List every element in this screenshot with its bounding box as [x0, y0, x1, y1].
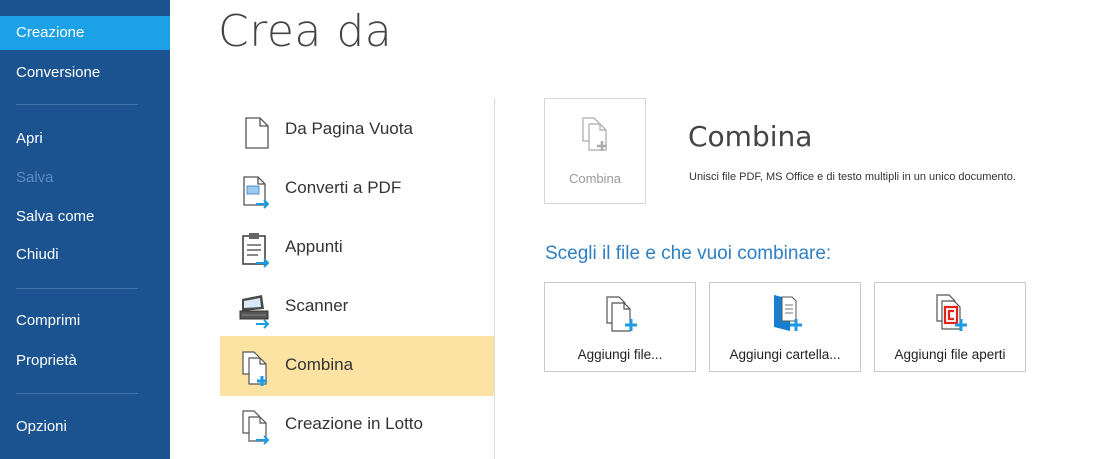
add-folder-label: Aggiungi cartella... [729, 347, 841, 362]
add-file-icon [603, 291, 639, 335]
source-item-label: Combina [285, 355, 354, 374]
sidebar-item-apri[interactable]: Apri [0, 122, 170, 156]
combine-icon [238, 348, 274, 388]
source-item-scanner[interactable]: Scanner [220, 277, 494, 337]
section-title: Combina [688, 120, 813, 153]
scanner-icon [238, 289, 274, 329]
sidebar-item-chiudi[interactable]: Chiudi [0, 238, 170, 272]
sidebar-divider [16, 104, 138, 105]
source-item-label: Da Pagina Vuota [285, 119, 413, 138]
add-file-label: Aggiungi file... [577, 347, 663, 362]
clipboard-icon [238, 230, 274, 270]
sidebar-item-salva-come[interactable]: Salva come [0, 200, 170, 234]
combine-icon [579, 115, 613, 155]
add-open-files-label: Aggiungi file aperti [894, 347, 1006, 362]
page-title: Crea da [218, 6, 393, 57]
sidebar-item-opzioni[interactable]: Opzioni [0, 410, 170, 444]
section-description: Unisci file PDF, MS Office e di testo mu… [689, 171, 1016, 183]
combine-tile-label: Combina [568, 171, 622, 186]
add-open-files-button[interactable]: Aggiungi file aperti [874, 282, 1026, 372]
choose-files-label: Scegli il file e che vuoi combinare: [545, 243, 832, 264]
sidebar-divider [16, 393, 138, 394]
add-open-files-icon [933, 291, 969, 335]
sidebar-item-conversione[interactable]: Conversione [0, 56, 170, 90]
sidebar-divider [16, 288, 138, 289]
sidebar-item-proprieta[interactable]: Proprietà [0, 344, 170, 378]
panel-divider [494, 98, 495, 459]
convert-pdf-icon [238, 171, 274, 211]
source-item-combine[interactable]: Combina [220, 336, 494, 396]
sidebar-item-comprimi[interactable]: Comprimi [0, 304, 170, 338]
add-folder-button[interactable]: Aggiungi cartella... [709, 282, 861, 372]
source-item-clipboard[interactable]: Appunti [220, 218, 494, 278]
combine-tile[interactable]: Combina [544, 98, 646, 204]
batch-create-icon [238, 407, 274, 447]
source-item-label: Scanner [285, 296, 349, 315]
add-folder-icon [768, 291, 804, 335]
sidebar-item-salva: Salva [16, 169, 54, 186]
source-item-label: Appunti [285, 237, 343, 256]
source-item-label: Converti a PDF [285, 178, 402, 197]
add-file-button[interactable]: Aggiungi file... [544, 282, 696, 372]
source-item-batch-create[interactable]: Creazione in Lotto [220, 395, 494, 455]
blank-page-icon [238, 112, 274, 152]
source-item-convert-pdf[interactable]: Converti a PDF [220, 159, 494, 219]
source-item-blank-page[interactable]: Da Pagina Vuota [220, 100, 494, 160]
sidebar-item-creazione[interactable]: Creazione [0, 16, 170, 50]
source-item-label: Creazione in Lotto [285, 414, 423, 433]
backstage-sidebar: Creazione Conversione Apri Salva Salva c… [0, 0, 170, 459]
